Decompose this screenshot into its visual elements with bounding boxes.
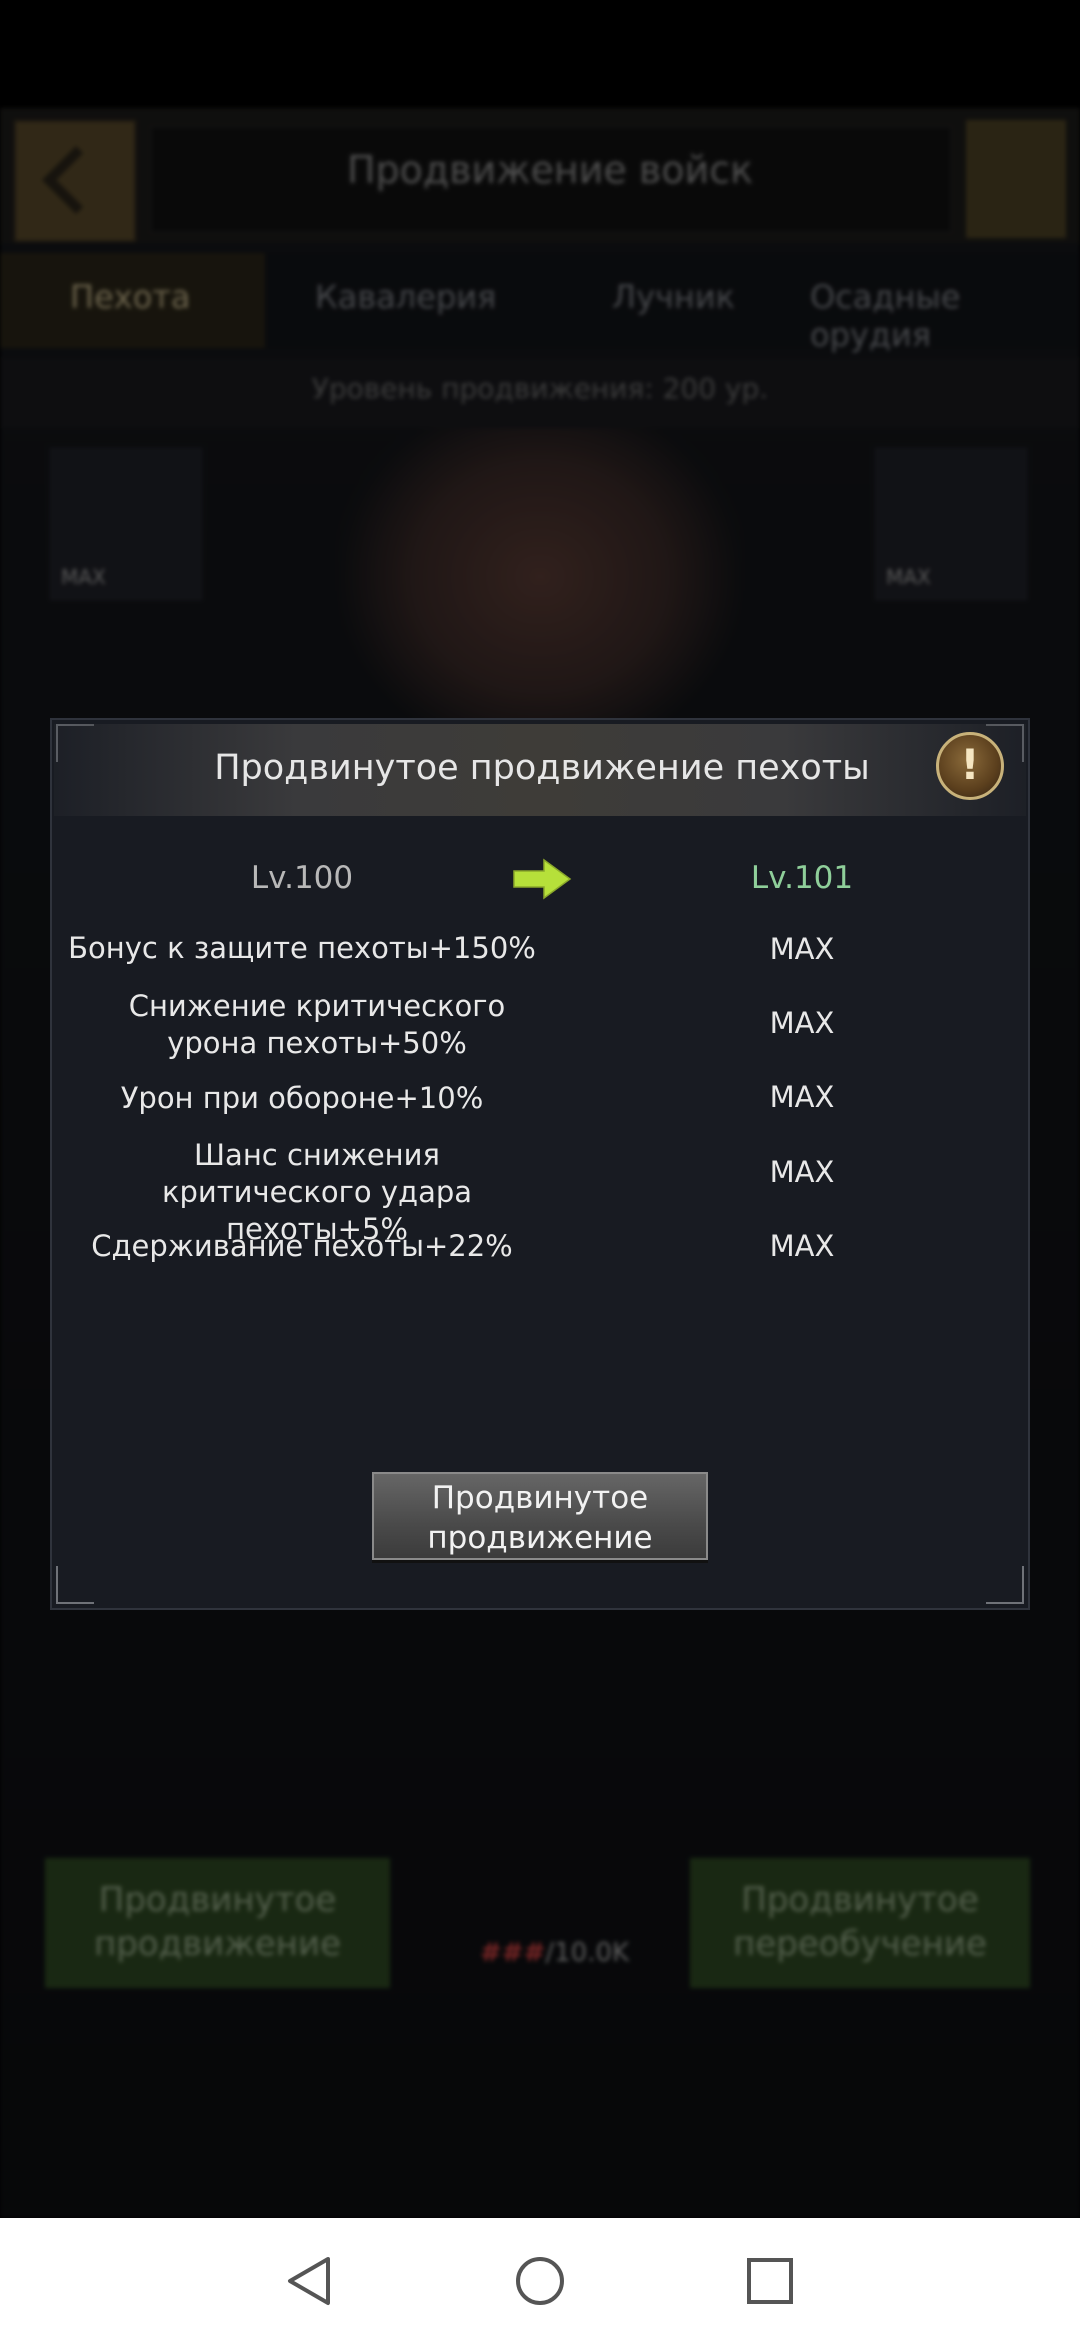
nav-recents-icon[interactable] bbox=[740, 2254, 800, 2308]
bg-cost: ###/10.0K bbox=[480, 1938, 629, 1968]
stat-value: MAX bbox=[769, 1080, 835, 1114]
tab-cavalry[interactable]: Кавалерия bbox=[315, 278, 496, 316]
stat-label: Снижение критического урона пехоты+50% bbox=[128, 989, 506, 1060]
stat-label: Урон при обороне+10% bbox=[120, 1081, 484, 1115]
bg-promotion-level: Уровень продвижения: 200 ур. bbox=[0, 358, 1080, 428]
stat-value: MAX bbox=[769, 1006, 835, 1040]
tab-archer[interactable]: Лучник bbox=[612, 278, 735, 316]
bg-slot-label: MAX bbox=[61, 565, 106, 589]
arrow-right-icon bbox=[513, 858, 572, 900]
bg-advanced-promotion-button[interactable]: Продвинутое продвижение bbox=[45, 1858, 390, 1988]
bg-slot-label: MAX bbox=[886, 565, 931, 589]
bg-header: Продвижение войск bbox=[0, 108, 1080, 243]
bg-page-title: Продвижение войск bbox=[346, 148, 754, 192]
promotion-dialog: Продвинутое продвижение пехоты ! Lv.100 … bbox=[50, 718, 1030, 1610]
stat-label: Сдерживание пехоты+22% bbox=[91, 1229, 513, 1263]
bg-cost-have: ### bbox=[480, 1938, 546, 1968]
back-button[interactable] bbox=[14, 120, 136, 242]
bg-profile-icon[interactable] bbox=[966, 120, 1066, 238]
bg-cost-need: /10.0K bbox=[545, 1938, 630, 1968]
bg-tab-bar: Пехота Кавалерия Лучник Осадные орудия bbox=[0, 253, 1080, 354]
stat-value: MAX bbox=[769, 1229, 835, 1263]
bg-slot-right[interactable]: MAX bbox=[875, 448, 1027, 600]
nav-home-icon[interactable] bbox=[510, 2254, 570, 2308]
stat-label: Бонус к защите пехоты+150% bbox=[68, 931, 536, 965]
corner-ornament bbox=[986, 1566, 1024, 1604]
stat-value: MAX bbox=[769, 932, 835, 966]
dialog-title: Продвинутое продвижение пехоты bbox=[214, 748, 870, 788]
info-icon[interactable]: ! bbox=[936, 732, 1004, 800]
level-current: Lv.100 bbox=[250, 860, 354, 896]
bg-advanced-retraining-button[interactable]: Продвинутое переобучение bbox=[690, 1858, 1030, 1988]
level-next: Lv.101 bbox=[750, 860, 854, 896]
nav-back-icon[interactable] bbox=[280, 2254, 340, 2308]
bg-slot-left[interactable]: MAX bbox=[50, 448, 202, 600]
warrior-portrait bbox=[340, 428, 740, 758]
tab-siege[interactable]: Осадные орудия bbox=[810, 278, 1080, 354]
stat-value: MAX bbox=[769, 1155, 835, 1189]
advanced-promotion-button[interactable]: Продвинутое продвижение bbox=[372, 1472, 708, 1560]
navigation-bar bbox=[0, 2218, 1080, 2340]
corner-ornament bbox=[56, 1566, 94, 1604]
tab-infantry[interactable]: Пехота bbox=[70, 278, 191, 316]
bg-promotion-level-text: Уровень продвижения: 200 ур. bbox=[311, 372, 769, 405]
